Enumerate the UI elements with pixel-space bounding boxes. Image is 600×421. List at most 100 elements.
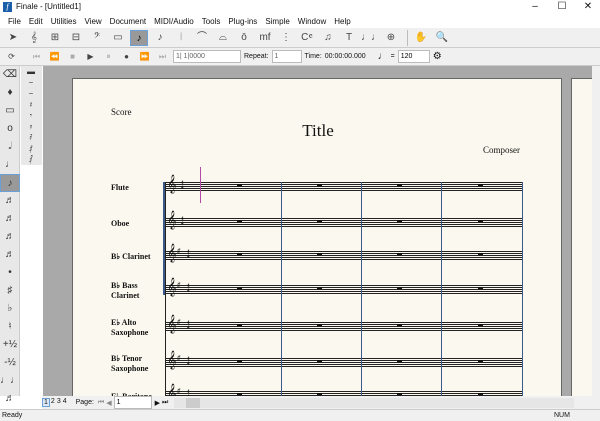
tool-7-icon[interactable]: ♪ bbox=[151, 30, 169, 46]
score-page[interactable]: Score Title Composer Flute 𝄞 4 4 Oboe 𝄞 4 4 B♭ C… bbox=[72, 78, 562, 396]
next-page-button[interactable]: ▶ bbox=[155, 399, 160, 407]
instrument-name[interactable]: B♭ Clarinet bbox=[111, 252, 151, 262]
tool-1-icon[interactable]: 𝄞 bbox=[25, 30, 43, 46]
palette-tool-6-icon[interactable]: ♪ bbox=[0, 174, 20, 192]
menu-utilities[interactable]: Utilities bbox=[47, 17, 81, 26]
close-button[interactable]: ✕ bbox=[578, 1, 598, 12]
rest-tool-4-icon[interactable]: 𝄾 bbox=[21, 110, 41, 121]
rest-tool-7-icon[interactable]: 𝅁 bbox=[21, 143, 41, 154]
tool-3-icon[interactable]: ⊟ bbox=[67, 30, 85, 46]
palette-tool-10-icon[interactable]: ♬ bbox=[0, 246, 20, 264]
measure-barline[interactable] bbox=[361, 182, 362, 396]
tool-10-icon[interactable]: ⌓ bbox=[214, 30, 232, 46]
instrument-name[interactable]: E♭ Alto Saxophone bbox=[111, 318, 148, 338]
palette-tool-3-icon[interactable]: o bbox=[0, 120, 20, 138]
measure-barline[interactable] bbox=[441, 182, 442, 396]
tool-17-icon[interactable]: ♩♩ bbox=[361, 30, 381, 46]
palette-tool-9-icon[interactable]: ♬ bbox=[0, 228, 20, 246]
instrument-name[interactable]: B♭ Tenor Saxophone bbox=[111, 354, 148, 374]
measure-barline[interactable] bbox=[281, 182, 282, 396]
tempo-field[interactable]: 120 bbox=[397, 50, 430, 63]
menu-view[interactable]: View bbox=[80, 17, 105, 26]
staff[interactable]: 𝄞 44 ♯ bbox=[165, 245, 522, 262]
palette-tool-1-icon[interactable]: ♦ bbox=[0, 84, 20, 102]
minimize-button[interactable]: – bbox=[525, 1, 545, 12]
tool-5-icon[interactable]: ▭ bbox=[109, 30, 127, 46]
tool-11-icon[interactable]: ō bbox=[235, 30, 253, 46]
playback-button-0-icon[interactable]: ⟳ bbox=[4, 49, 19, 65]
palette-tool-15-icon[interactable]: +½ bbox=[0, 336, 20, 354]
palette-tool-12-icon[interactable]: ♯ bbox=[0, 282, 20, 300]
vertical-scrollbar[interactable] bbox=[592, 66, 600, 396]
tool-19-icon[interactable]: ✋ bbox=[412, 30, 430, 46]
palette-tool-2-icon[interactable]: ▭ bbox=[0, 102, 20, 120]
settings-gear-icon[interactable]: ⚙ bbox=[433, 51, 442, 62]
prev-page-button[interactable]: ◀ bbox=[106, 399, 111, 407]
tool-8-icon[interactable]: 𝄀 bbox=[172, 30, 190, 46]
palette-tool-7-icon[interactable]: ♬ bbox=[0, 192, 20, 210]
playback-button-6-icon[interactable]: ● bbox=[119, 49, 134, 65]
palette-tool-16-icon[interactable]: -½ bbox=[0, 354, 20, 372]
tool-18-icon[interactable]: ⊕ bbox=[382, 30, 400, 46]
rest-tool-1-icon[interactable]: − bbox=[21, 77, 41, 88]
maximize-button[interactable]: ☐ bbox=[552, 1, 572, 12]
tool-13-icon[interactable]: ⋮ bbox=[277, 30, 295, 46]
palette-tool-17-icon[interactable]: ♩♩ bbox=[0, 372, 20, 390]
palette-tool-8-icon[interactable]: ♬ bbox=[0, 210, 20, 228]
rest-tool-3-icon[interactable]: 𝄽 bbox=[21, 99, 41, 110]
tool-14-icon[interactable]: C𝄴 bbox=[298, 30, 316, 46]
first-page-button[interactable]: ⏮ bbox=[98, 399, 104, 407]
playback-button-8-icon[interactable]: ⏭ bbox=[155, 49, 170, 65]
instrument-name[interactable]: B♭ Bass Clarinet bbox=[111, 281, 139, 301]
tool-9-icon[interactable]: ⌒ bbox=[193, 30, 211, 46]
staff[interactable]: 𝄞 44 ♯ bbox=[165, 316, 522, 333]
playback-button-3-icon[interactable]: ■ bbox=[65, 49, 80, 65]
tool-15-icon[interactable]: ♫ bbox=[319, 30, 337, 46]
playback-button-7-icon[interactable]: ⏩ bbox=[137, 49, 152, 65]
rest-tool-8-icon[interactable]: 𝅂 bbox=[21, 154, 41, 165]
measure-barline[interactable] bbox=[522, 182, 523, 396]
playback-button-1-icon[interactable]: ⏮ bbox=[29, 49, 44, 65]
rest-tool-0-icon[interactable]: ▬ bbox=[21, 66, 41, 77]
menu-file[interactable]: File bbox=[4, 17, 25, 26]
repeat-select[interactable]: 1 bbox=[271, 50, 302, 63]
menu-simple[interactable]: Simple bbox=[261, 17, 293, 26]
playback-button-2-icon[interactable]: ⏪ bbox=[47, 49, 62, 65]
tool-2-icon[interactable]: ⊞ bbox=[46, 30, 64, 46]
playback-button-4-icon[interactable]: ▶ bbox=[83, 49, 98, 65]
page-number-field[interactable]: 1 bbox=[113, 396, 152, 409]
palette-tool-13-icon[interactable]: ♭ bbox=[0, 300, 20, 318]
menu-midiaudio[interactable]: MIDI/Audio bbox=[150, 17, 198, 26]
horizontal-scrollbar[interactable] bbox=[174, 397, 575, 408]
score-workspace[interactable]: Score Title Composer Flute 𝄞 4 4 Oboe 𝄞 4 4 B♭ C… bbox=[43, 66, 592, 396]
palette-tool-5-icon[interactable]: ♩ bbox=[0, 156, 20, 174]
tool-4-icon[interactable]: 𝄢 bbox=[88, 30, 106, 46]
staff[interactable]: 𝄞 4 4 bbox=[165, 212, 522, 229]
page-tab-1[interactable]: 1 bbox=[42, 398, 50, 407]
menu-document[interactable]: Document bbox=[106, 17, 150, 26]
tool-12-icon[interactable]: mf bbox=[256, 30, 274, 46]
staff[interactable]: 𝄞 44 ♯ bbox=[165, 352, 522, 369]
staff[interactable]: 𝄞 4 4 bbox=[165, 176, 522, 193]
palette-tool-18-icon[interactable]: ♬ bbox=[0, 390, 20, 408]
rest-tool-2-icon[interactable]: − bbox=[21, 88, 41, 99]
menu-window[interactable]: Window bbox=[294, 17, 330, 26]
page-tab-4[interactable]: 4 bbox=[62, 398, 68, 407]
menu-plugins[interactable]: Plug-ins bbox=[224, 17, 261, 26]
staff[interactable]: 𝄞 44 ♯ bbox=[165, 279, 522, 296]
scroll-thumb[interactable] bbox=[186, 397, 201, 408]
instrument-name[interactable]: Flute bbox=[111, 183, 129, 193]
tempo-note-icon[interactable]: ♩ bbox=[378, 51, 388, 62]
menu-help[interactable]: Help bbox=[330, 17, 354, 26]
menu-edit[interactable]: Edit bbox=[25, 17, 47, 26]
palette-tool-11-icon[interactable]: • bbox=[0, 264, 20, 282]
tool-16-icon[interactable]: T bbox=[340, 30, 358, 46]
palette-tool-14-icon[interactable]: ♮ bbox=[0, 318, 20, 336]
rest-tool-5-icon[interactable]: 𝄿 bbox=[21, 121, 41, 132]
tool-6-icon[interactable]: ♪ bbox=[130, 29, 148, 46]
instrument-name[interactable]: Oboe bbox=[111, 219, 129, 229]
palette-tool-4-icon[interactable]: 𝅗𝅥 bbox=[0, 138, 20, 156]
menu-tools[interactable]: Tools bbox=[198, 17, 225, 26]
last-page-button[interactable]: ⏭ bbox=[162, 399, 168, 407]
playback-button-5-icon[interactable]: ⏸ bbox=[101, 49, 116, 65]
